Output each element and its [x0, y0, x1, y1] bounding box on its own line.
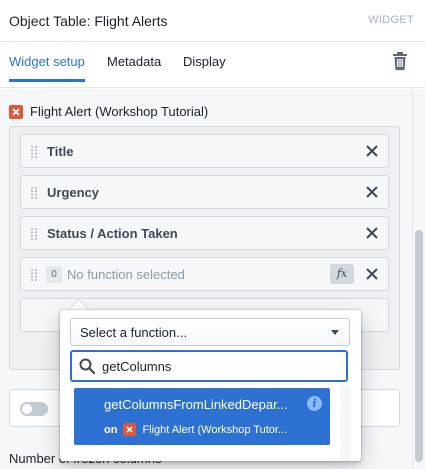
drag-handle-icon[interactable]: [31, 146, 37, 158]
drag-handle-icon[interactable]: [31, 269, 37, 281]
object-type-label: Flight Alert (Workshop Tutorial): [30, 104, 209, 119]
drag-handle-icon[interactable]: [31, 187, 37, 199]
caret-down-icon: [331, 330, 339, 335]
column-row[interactable]: Title: [20, 134, 389, 168]
results-scrollbar[interactable]: [340, 386, 351, 461]
function-object-label: Flight Alert (Workshop Tutor...: [142, 423, 288, 436]
function-select[interactable]: Select a function...: [70, 318, 350, 346]
function-result-item[interactable]: getColumnsFromLinkedDepar... i on Flight…: [74, 388, 330, 445]
function-column-label: No function selected: [67, 267, 185, 282]
tab-widget-setup[interactable]: Widget setup: [9, 54, 85, 82]
function-picker-popover: Select a function... getColumnsFromLinke…: [60, 310, 361, 461]
function-search-input[interactable]: [102, 357, 332, 375]
widget-badge: WIDGET: [368, 14, 414, 26]
close-icon[interactable]: [366, 145, 378, 157]
object-type-icon: [9, 104, 23, 119]
column-index-badge: 0: [46, 266, 62, 283]
search-icon: [79, 358, 95, 374]
column-row[interactable]: Status / Action Taken: [20, 216, 389, 250]
close-icon[interactable]: [366, 186, 378, 198]
column-label: Status / Action Taken: [47, 226, 178, 241]
function-column-row[interactable]: 0 No function selected fx: [20, 257, 389, 291]
column-label: Title: [47, 144, 74, 159]
close-icon[interactable]: [366, 268, 378, 280]
function-object-type: on Flight Alert (Workshop Tutor...: [104, 423, 287, 436]
close-icon[interactable]: [366, 227, 378, 239]
column-label: Urgency: [47, 185, 100, 200]
trash-icon[interactable]: [392, 52, 408, 70]
widget-header: Object Table: Flight Alerts WIDGET: [0, 0, 425, 42]
object-type-heading: Flight Alert (Workshop Tutorial): [9, 104, 208, 119]
tab-bar: Widget setup Metadata Display: [0, 42, 425, 88]
function-select-value: Select a function...: [80, 325, 187, 340]
tab-metadata[interactable]: Metadata: [107, 54, 161, 79]
widget-title: Object Table: Flight Alerts: [9, 13, 168, 29]
info-icon[interactable]: i: [307, 396, 322, 411]
function-name: getColumnsFromLinkedDepar...: [104, 397, 288, 412]
drag-handle-icon[interactable]: [31, 228, 37, 240]
panel-scrollbar-thumb[interactable]: [415, 230, 423, 462]
on-label: on: [104, 423, 118, 436]
setting-toggle[interactable]: [20, 402, 48, 416]
function-search-field[interactable]: [70, 350, 348, 382]
fx-icon[interactable]: fx: [330, 264, 354, 284]
column-row[interactable]: Urgency: [20, 175, 389, 209]
object-type-icon: [123, 423, 137, 436]
tab-display[interactable]: Display: [183, 54, 226, 79]
